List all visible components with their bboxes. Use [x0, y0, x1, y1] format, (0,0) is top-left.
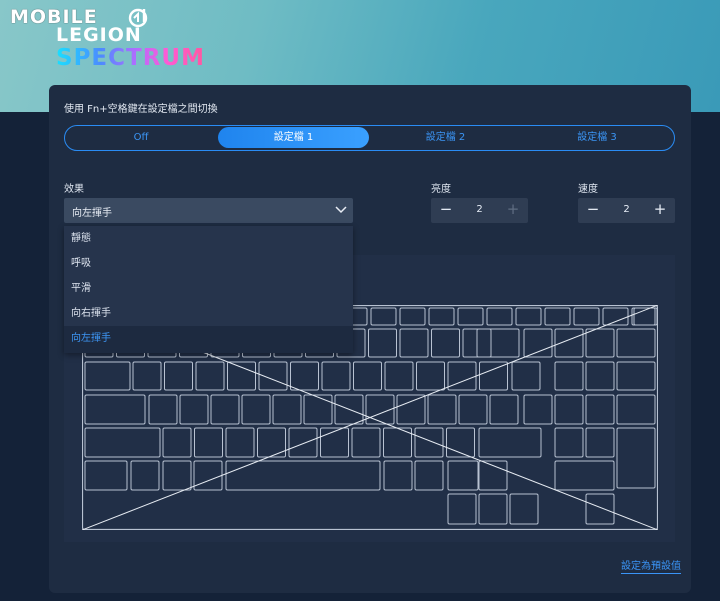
keyboard-key	[458, 394, 488, 425]
brightness-label: 亮度	[431, 184, 451, 195]
keyboard-key	[320, 427, 349, 458]
keyboard-key	[84, 460, 128, 491]
keyboard-key	[179, 394, 209, 425]
keyboard-key	[544, 307, 571, 326]
keyboard-key	[290, 361, 319, 391]
keyboard-key	[84, 361, 131, 391]
effect-option-smooth[interactable]: 平滑	[64, 276, 353, 301]
keyboard-key	[428, 307, 455, 326]
keyboard-key	[602, 307, 629, 326]
keyboard-key	[554, 427, 584, 458]
effect-dropdown-menu: 靜態 呼吸 平滑 向右揮手 向左揮手	[64, 226, 353, 353]
keyboard-key	[616, 394, 656, 425]
keyboard-key	[195, 361, 225, 391]
keyboard-key	[585, 427, 615, 458]
effect-option-wave-right[interactable]: 向右揮手	[64, 301, 353, 326]
keyboard-key	[351, 427, 381, 458]
keyboard-key	[321, 361, 351, 391]
keyboard-key	[427, 394, 457, 425]
brightness-stepper: − 2 +	[431, 198, 528, 223]
keyboard-key	[225, 460, 381, 491]
keyboard-key	[478, 493, 508, 525]
keyboard-key	[511, 361, 541, 391]
keyboard-key	[554, 328, 584, 358]
keyboard-key	[447, 460, 479, 491]
keyboard-key	[84, 427, 161, 458]
keyboard-key	[368, 328, 397, 358]
profile-tabs: Off 設定檔 1 設定檔 2 設定檔 3	[64, 125, 675, 151]
keyboard-key	[431, 328, 460, 358]
keyboard-key	[585, 328, 615, 358]
keyboard-key	[227, 361, 256, 391]
keyboard-key	[383, 460, 413, 491]
keyboard-key	[241, 394, 271, 425]
keyboard-key	[396, 394, 426, 425]
keyboard-key	[476, 328, 520, 358]
chevron-down-icon	[335, 206, 347, 214]
mobile01-legion-spectrum-logo: MOBILE LEGION SPECTRUM	[10, 4, 204, 71]
reset-to-default-link[interactable]: 設定為預設值	[621, 557, 681, 574]
keyboard-key	[162, 460, 192, 491]
keyboard-key	[132, 361, 162, 391]
logo-legion-text: LEGION	[56, 24, 142, 46]
tab-off[interactable]: Off	[67, 127, 215, 148]
keyboard-key	[303, 394, 333, 425]
keyboard-key	[162, 427, 192, 458]
keyboard-key	[585, 493, 615, 525]
effect-select[interactable]: 向左揮手	[64, 198, 353, 223]
keyboard-key	[447, 493, 477, 525]
effect-option-wave-left[interactable]: 向左揮手	[64, 326, 353, 353]
keyboard-key	[193, 460, 223, 491]
lighting-panel: 使用 Fn+空格鍵在設定檔之間切換 Off 設定檔 1 設定檔 2 設定檔 3 …	[49, 85, 691, 593]
keyboard-key	[509, 493, 539, 525]
keyboard-key	[148, 394, 178, 425]
keyboard-key	[523, 328, 553, 358]
tab-profile-1[interactable]: 設定檔 1	[218, 127, 369, 148]
keyboard-key	[225, 427, 255, 458]
effect-option-breathing[interactable]: 呼吸	[64, 251, 353, 276]
keyboard-key	[130, 460, 160, 491]
speed-increase-button[interactable]: +	[652, 200, 668, 218]
keyboard-key	[616, 328, 656, 358]
tab-profile-2[interactable]: 設定檔 2	[370, 127, 521, 148]
brightness-increase-button[interactable]: +	[505, 200, 521, 218]
keyboard-key	[478, 427, 542, 458]
keyboard-key	[370, 307, 397, 326]
logo-spectrum-text: SPECTRUM	[56, 45, 205, 71]
keyboard-key	[84, 394, 146, 425]
speed-label: 速度	[578, 184, 598, 195]
effect-option-static[interactable]: 靜態	[64, 226, 353, 251]
keyboard-key	[554, 460, 615, 491]
keyboard-key	[616, 427, 656, 489]
tab-profile-3[interactable]: 設定檔 3	[522, 127, 672, 148]
keyboard-key	[399, 328, 429, 358]
keyboard-key	[210, 394, 240, 425]
keyboard-key	[194, 427, 223, 458]
profile-switch-hint: 使用 Fn+空格鍵在設定檔之間切換	[64, 104, 218, 115]
keyboard-key	[489, 394, 519, 425]
keyboard-key	[523, 394, 553, 425]
effect-select-value: 向左揮手	[72, 208, 112, 219]
keyboard-key	[384, 361, 414, 391]
keyboard-key	[399, 307, 426, 326]
keyboard-key	[585, 361, 615, 391]
keyboard-key	[272, 394, 302, 425]
keyboard-key	[414, 427, 444, 458]
keyboard-key	[554, 361, 584, 391]
keyboard-key	[353, 361, 382, 391]
keyboard-key	[414, 460, 444, 491]
speed-stepper: − 2 +	[578, 198, 675, 223]
effect-label: 效果	[64, 184, 84, 195]
keyboard-key	[416, 361, 445, 391]
keyboard-key	[585, 394, 615, 425]
keyboard-key	[573, 307, 600, 326]
keyboard-key	[616, 361, 656, 391]
keyboard-key	[486, 307, 513, 326]
keyboard-key	[554, 394, 584, 425]
keyboard-key	[288, 427, 318, 458]
keyboard-key	[479, 361, 508, 391]
keyboard-key	[164, 361, 193, 391]
keyboard-key	[457, 307, 484, 326]
keyboard-key	[515, 307, 542, 326]
